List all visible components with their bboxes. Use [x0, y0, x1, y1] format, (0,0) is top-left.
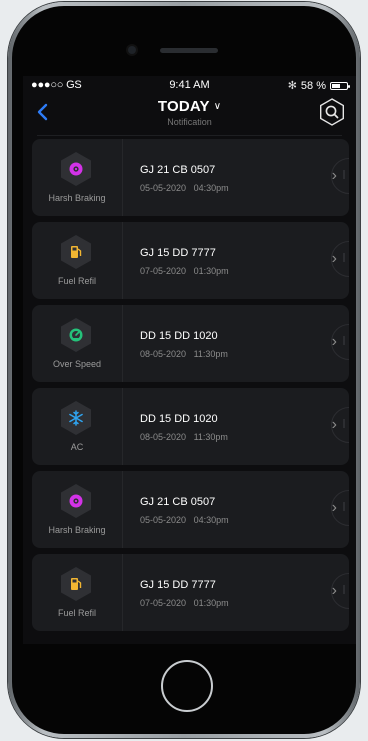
card-icon-column: Harsh Braking [32, 139, 123, 216]
card-ring-decoration [331, 324, 349, 360]
search-button[interactable] [318, 98, 346, 126]
notification-date: 08-05-2020 [140, 349, 187, 359]
icon-badge [58, 317, 94, 353]
status-bar: ●●●○○ GS 9:41 AM ✻ 58 % [23, 76, 356, 94]
vehicle-plate: GJ 21 CB 0507 [140, 164, 216, 176]
notification-datetime: 07-05-2020 01:30pm [140, 598, 229, 608]
vehicle-plate: GJ 21 CB 0507 [140, 496, 216, 508]
brake-icon [69, 494, 83, 508]
notification-card[interactable]: Over Speed DD 15 DD 1020 08-05-2020 11:3… [32, 305, 349, 382]
battery-icon [330, 81, 350, 90]
page-subtitle: Notification [167, 117, 212, 127]
notification-datetime: 08-05-2020 11:30pm [140, 432, 228, 442]
speedometer-icon [69, 328, 83, 342]
card-ring-decoration [331, 241, 349, 277]
bluetooth-icon: ✻ [287, 80, 297, 92]
fuel-pump-icon [58, 566, 94, 602]
notification-datetime: 05-05-2020 04:30pm [140, 183, 229, 193]
notification-card[interactable]: Fuel Refil GJ 15 DD 7777 07-05-2020 01:3… [32, 554, 349, 631]
title-dropdown[interactable]: TODAY ∨ Notification [23, 98, 356, 127]
notification-card[interactable]: AC DD 15 DD 1020 08-05-2020 11:30pm › [32, 388, 349, 465]
notification-type: Over Speed [52, 359, 102, 369]
notification-time: 01:30pm [193, 266, 229, 276]
notification-type: Harsh Braking [48, 193, 106, 203]
card-ring-decoration [331, 407, 349, 443]
notification-time: 11:30pm [193, 349, 228, 359]
vehicle-plate: DD 15 DD 1020 [140, 413, 218, 425]
notification-time: 11:30pm [193, 432, 228, 442]
card-icon-column: Over Speed [32, 305, 123, 382]
card-icon-column: Fuel Refil [32, 554, 123, 631]
notification-type: AC [70, 442, 84, 452]
card-ring-decoration [331, 573, 349, 609]
fuel-pump-icon [71, 578, 82, 590]
card-icon-column: Harsh Braking [32, 471, 123, 548]
fuel-pump-icon [71, 246, 82, 258]
home-button[interactable] [161, 660, 213, 712]
vehicle-plate: GJ 15 DD 7777 [140, 247, 216, 259]
fuel-pump-icon [58, 234, 94, 270]
icon-badge [58, 400, 94, 436]
notification-datetime: 07-05-2020 01:30pm [140, 266, 229, 276]
page-title: TODAY [157, 98, 210, 115]
search-icon [320, 98, 344, 126]
notification-datetime: 08-05-2020 11:30pm [140, 349, 228, 359]
snowflake-icon [58, 400, 94, 436]
earpiece-speaker [160, 48, 218, 53]
icon-badge [58, 566, 94, 602]
card-icon-column: Fuel Refil [32, 222, 123, 299]
chevron-down-icon: ∨ [213, 101, 222, 112]
notification-list: Harsh Braking GJ 21 CB 0507 05-05-2020 0… [32, 139, 349, 637]
icon-badge [58, 151, 94, 187]
brake-icon [69, 162, 83, 176]
notification-time: 04:30pm [193, 515, 229, 525]
brake-icon [58, 151, 94, 187]
nav-bar: TODAY ∨ Notification [23, 94, 356, 134]
vehicle-plate: DD 15 DD 1020 [140, 330, 218, 342]
icon-badge [58, 234, 94, 270]
notification-time: 01:30pm [193, 598, 229, 608]
notification-card[interactable]: Harsh Braking GJ 21 CB 0507 05-05-2020 0… [32, 139, 349, 216]
notification-date: 05-05-2020 [140, 515, 187, 525]
speedometer-icon [58, 317, 94, 353]
app-screen: ●●●○○ GS 9:41 AM ✻ 58 % TODAY ∨ Notificat… [23, 76, 356, 644]
icon-badge [58, 483, 94, 519]
notification-type: Fuel Refil [57, 608, 96, 618]
snowflake-icon [69, 410, 83, 426]
notification-date: 08-05-2020 [140, 432, 187, 442]
front-camera [128, 46, 136, 54]
battery-fill [332, 83, 341, 88]
notification-card[interactable]: Harsh Braking GJ 21 CB 0507 05-05-2020 0… [32, 471, 349, 548]
brake-icon [58, 483, 94, 519]
battery-percent: 58 % [300, 79, 326, 92]
header-divider [37, 135, 342, 136]
card-ring-decoration [331, 158, 349, 194]
notification-card[interactable]: Fuel Refil GJ 15 DD 7777 07-05-2020 01:3… [32, 222, 349, 299]
notification-datetime: 05-05-2020 04:30pm [140, 515, 229, 525]
notification-date: 05-05-2020 [140, 183, 187, 193]
vehicle-plate: GJ 15 DD 7777 [140, 579, 216, 591]
notification-type: Harsh Braking [48, 525, 106, 535]
notification-time: 04:30pm [193, 183, 229, 193]
notification-date: 07-05-2020 [140, 598, 187, 608]
card-ring-decoration [331, 490, 349, 526]
notification-date: 07-05-2020 [140, 266, 187, 276]
card-icon-column: AC [32, 388, 123, 465]
status-right: ✻ 58 % [287, 79, 350, 92]
notification-type: Fuel Refil [57, 276, 96, 286]
